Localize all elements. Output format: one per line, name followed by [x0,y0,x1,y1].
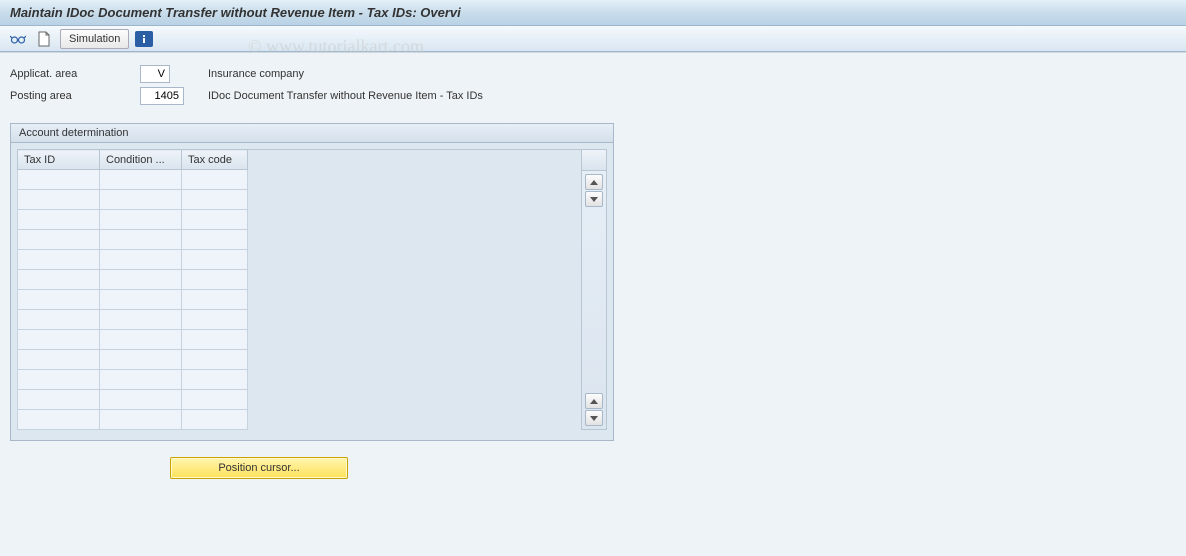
table-row[interactable] [18,350,248,370]
table-cell[interactable] [100,270,182,290]
vertical-scroll-area [581,149,607,430]
new-page-icon[interactable] [34,29,54,49]
table-row[interactable] [18,330,248,350]
table-cell[interactable] [182,170,248,190]
table-empty-area [248,149,581,430]
table-cell[interactable] [182,210,248,230]
position-cursor-button[interactable]: Position cursor... [170,457,348,479]
table-cell[interactable] [100,310,182,330]
table-cell[interactable] [18,210,100,230]
table-cell[interactable] [18,330,100,350]
table-cell[interactable] [182,390,248,410]
table-row[interactable] [18,410,248,430]
table-cell[interactable] [182,350,248,370]
table-row[interactable] [18,390,248,410]
table-cell[interactable] [182,290,248,310]
table-row[interactable] [18,230,248,250]
posting-area-label: Posting area [10,90,140,102]
table-cell[interactable] [18,290,100,310]
table-cell[interactable] [18,250,100,270]
table-cell[interactable] [100,410,182,430]
table-cell[interactable] [182,310,248,330]
table-cell[interactable] [100,290,182,310]
table-row[interactable] [18,250,248,270]
table-cell[interactable] [18,370,100,390]
field-posting-area: Posting area IDoc Document Transfer with… [10,87,1176,105]
applicat-area-label: Applicat. area [10,68,140,80]
table-wrap: Tax ID Condition ... Tax code [11,143,613,440]
table-cell[interactable] [182,190,248,210]
toolbar: Simulation [0,26,1186,52]
table-row[interactable] [18,210,248,230]
info-icon[interactable] [135,31,153,47]
table-cell[interactable] [18,390,100,410]
table-cell[interactable] [182,370,248,390]
select-all-corner[interactable] [582,149,607,171]
title-bar: Maintain IDoc Document Transfer without … [0,0,1186,26]
table-row[interactable] [18,190,248,210]
table-cell[interactable] [100,330,182,350]
account-table: Tax ID Condition ... Tax code [17,149,248,430]
table-cell[interactable] [182,270,248,290]
applicat-area-input[interactable] [140,65,170,83]
table-cell[interactable] [100,350,182,370]
applicat-area-desc: Insurance company [208,68,304,80]
table-cell[interactable] [100,210,182,230]
col-header-tax-id[interactable]: Tax ID [18,150,100,170]
account-determination-panel: Account determination Tax ID Condition .… [10,123,614,441]
scroll-down-bottom-button[interactable] [585,410,603,426]
scroll-up-top-button[interactable] [585,174,603,190]
col-header-condition[interactable]: Condition ... [100,150,182,170]
table-cell[interactable] [182,250,248,270]
table-cell[interactable] [182,410,248,430]
posting-area-desc: IDoc Document Transfer without Revenue I… [208,90,483,102]
table-cell[interactable] [18,310,100,330]
table-row[interactable] [18,270,248,290]
table-cell[interactable] [100,230,182,250]
glasses-icon[interactable] [8,29,28,49]
field-applicat-area: Applicat. area Insurance company [10,65,1176,83]
table-cell[interactable] [100,190,182,210]
table-cell[interactable] [18,270,100,290]
table-cell[interactable] [18,410,100,430]
table-row[interactable] [18,370,248,390]
scrollbar[interactable] [582,171,607,430]
table-row[interactable] [18,290,248,310]
page-title: Maintain IDoc Document Transfer without … [10,5,461,20]
scroll-down-top-button[interactable] [585,191,603,207]
table-cell[interactable] [18,190,100,210]
table-cell[interactable] [100,170,182,190]
col-header-tax-code[interactable]: Tax code [182,150,248,170]
table-cell[interactable] [100,250,182,270]
table-row[interactable] [18,170,248,190]
posting-area-input[interactable] [140,87,184,105]
panel-title: Account determination [11,124,613,143]
scroll-up-bottom-button[interactable] [585,393,603,409]
table-cell[interactable] [100,370,182,390]
table-cell[interactable] [182,330,248,350]
content-area: Applicat. area Insurance company Posting… [0,52,1186,556]
simulation-button[interactable]: Simulation [60,29,129,49]
table-cell[interactable] [18,230,100,250]
table-cell[interactable] [18,350,100,370]
table-cell[interactable] [182,230,248,250]
table-cell[interactable] [100,390,182,410]
table-cell[interactable] [18,170,100,190]
table-row[interactable] [18,310,248,330]
